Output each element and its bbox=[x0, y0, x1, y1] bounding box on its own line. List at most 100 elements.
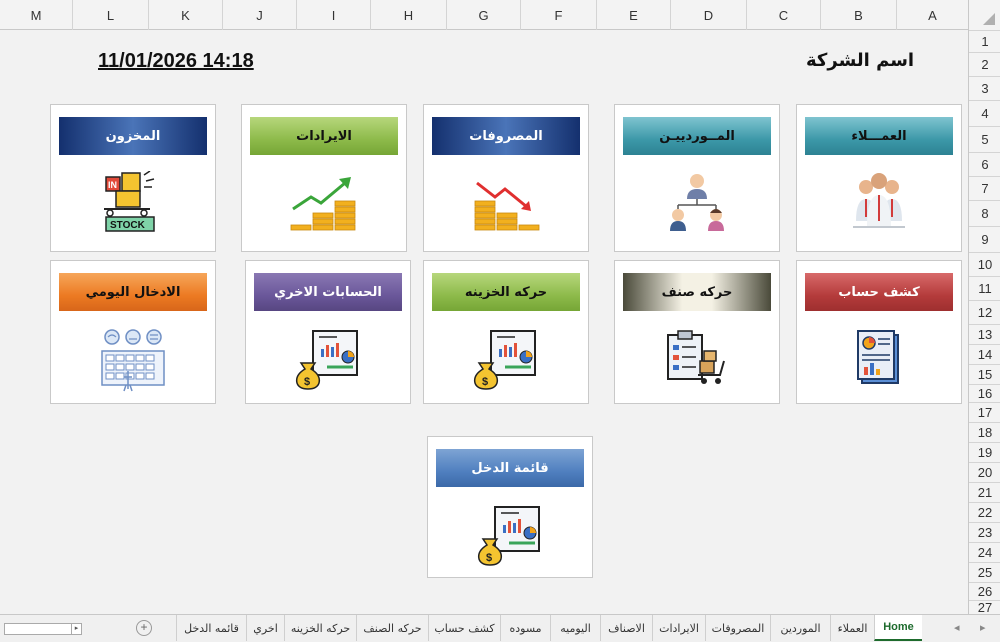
column-j[interactable]: J bbox=[222, 0, 296, 30]
row-12[interactable]: 12 bbox=[969, 300, 1000, 324]
daily-entry-button[interactable]: الادخال اليومي bbox=[59, 273, 207, 311]
select-all-corner[interactable] bbox=[968, 0, 1000, 30]
account-statement-card[interactable]: كشف حساب bbox=[796, 260, 962, 404]
column-b[interactable]: B bbox=[820, 0, 896, 30]
row-13[interactable]: 13 bbox=[969, 324, 1000, 344]
column-header: A B C D E F G H I J K L M bbox=[0, 0, 1000, 30]
tab-customers[interactable]: العملاء bbox=[830, 615, 874, 641]
row-20[interactable]: 20 bbox=[969, 462, 1000, 482]
suppliers-card[interactable]: المــوردييـن bbox=[614, 104, 780, 252]
svg-text:$: $ bbox=[482, 376, 488, 388]
income-statement-card[interactable]: قائمة الدخل $ bbox=[427, 436, 593, 578]
treasury-movement-card[interactable]: حركه الخزينه $ bbox=[423, 260, 589, 404]
revenues-button[interactable]: الايرادات bbox=[250, 117, 398, 155]
expenses-card[interactable]: المصروفات bbox=[423, 104, 589, 252]
svg-text:$: $ bbox=[486, 552, 492, 564]
tab-home[interactable]: Home bbox=[874, 615, 922, 641]
column-l[interactable]: L bbox=[72, 0, 148, 30]
tab-revenues[interactable]: الايرادات bbox=[652, 615, 705, 641]
scroll-right-icon[interactable]: ▸ bbox=[71, 624, 81, 634]
row-22[interactable]: 22 bbox=[969, 502, 1000, 522]
report-document-icon bbox=[844, 327, 914, 393]
inventory-card[interactable]: المخزون IN STOCK bbox=[50, 104, 216, 252]
company-name: اسم الشركة bbox=[806, 50, 915, 71]
row-4[interactable]: 4 bbox=[969, 100, 1000, 126]
inventory-button[interactable]: المخزون bbox=[59, 117, 207, 155]
row-19[interactable]: 19 bbox=[969, 442, 1000, 462]
item-movement-button[interactable]: حركه صنف bbox=[623, 273, 771, 311]
treasury-movement-button[interactable]: حركه الخزينه bbox=[432, 273, 580, 311]
row-5[interactable]: 5 bbox=[969, 126, 1000, 152]
column-c[interactable]: C bbox=[746, 0, 820, 30]
row-2[interactable]: 2 bbox=[969, 52, 1000, 76]
data-entry-keyboard-icon bbox=[98, 327, 168, 393]
money-bag-chart-icon: $ bbox=[475, 503, 545, 569]
account-statement-button[interactable]: كشف حساب bbox=[805, 273, 953, 311]
tab-scroll-left-icon[interactable]: ◂ bbox=[954, 621, 960, 634]
tab-treasury-movement[interactable]: حركه الخزينه bbox=[284, 615, 356, 641]
stock-cart-icon: IN STOCK bbox=[98, 170, 168, 237]
other-accounts-card[interactable]: الحسابات الاخري $ bbox=[245, 260, 411, 404]
tab-draft[interactable]: مسوده bbox=[500, 615, 550, 641]
tab-scroll-right-icon[interactable]: ▸ bbox=[980, 621, 986, 634]
suppliers-button[interactable]: المــوردييـن bbox=[623, 117, 771, 155]
tab-account-statement[interactable]: كشف حساب bbox=[428, 615, 500, 641]
row-14[interactable]: 14 bbox=[969, 344, 1000, 364]
customers-card[interactable]: العمـــلاء bbox=[796, 104, 962, 252]
svg-text:IN: IN bbox=[108, 180, 117, 190]
row-26[interactable]: 26 bbox=[969, 582, 1000, 600]
horizontal-scrollbar[interactable]: ▸ bbox=[4, 623, 82, 635]
column-k[interactable]: K bbox=[148, 0, 222, 30]
other-accounts-button[interactable]: الحسابات الاخري bbox=[254, 273, 402, 311]
row-23[interactable]: 23 bbox=[969, 522, 1000, 542]
row-24[interactable]: 24 bbox=[969, 542, 1000, 562]
org-chart-people-icon bbox=[662, 171, 732, 237]
clipboard-hand-truck-icon bbox=[662, 327, 732, 393]
item-movement-card[interactable]: حركه صنف bbox=[614, 260, 780, 404]
add-sheet-button[interactable]: + bbox=[136, 620, 152, 636]
column-g[interactable]: G bbox=[446, 0, 520, 30]
sheet-tab-bar: ▸ + ◂ ▸ Home العملاء الموردين المصروفات … bbox=[0, 614, 1000, 642]
money-bag-chart-icon: $ bbox=[471, 327, 541, 393]
row-16[interactable]: 16 bbox=[969, 384, 1000, 402]
row-21[interactable]: 21 bbox=[969, 482, 1000, 502]
row-6[interactable]: 6 bbox=[969, 152, 1000, 176]
row-10[interactable]: 10 bbox=[969, 252, 1000, 276]
column-d[interactable]: D bbox=[670, 0, 746, 30]
row-15[interactable]: 15 bbox=[969, 364, 1000, 384]
svg-text:$: $ bbox=[304, 376, 310, 388]
expenses-button[interactable]: المصروفات bbox=[432, 117, 580, 155]
tab-suppliers[interactable]: الموردين bbox=[770, 615, 830, 641]
row-11[interactable]: 11 bbox=[969, 276, 1000, 300]
row-25[interactable]: 25 bbox=[969, 562, 1000, 582]
row-27[interactable]: 27 bbox=[969, 600, 1000, 615]
row-3[interactable]: 3 bbox=[969, 76, 1000, 100]
tab-income-statement[interactable]: قائمه الدخل bbox=[176, 615, 246, 641]
tab-items[interactable]: الاصناف bbox=[600, 615, 652, 641]
row-8[interactable]: 8 bbox=[969, 200, 1000, 226]
column-h[interactable]: H bbox=[370, 0, 446, 30]
column-f[interactable]: F bbox=[520, 0, 596, 30]
tab-item-movement[interactable]: حركه الصنف bbox=[356, 615, 428, 641]
tab-other[interactable]: اخري bbox=[246, 615, 284, 641]
row-1[interactable]: 1 bbox=[969, 30, 1000, 52]
svg-text:STOCK: STOCK bbox=[110, 220, 146, 231]
column-e[interactable]: E bbox=[596, 0, 670, 30]
row-header: 1 2 3 4 5 6 7 8 9 10 11 12 13 14 15 16 17 18 19 20 21 22 23 24 2… bbox=[968, 30, 1000, 615]
coins-down-arrow-icon bbox=[471, 171, 541, 237]
column-m[interactable]: M bbox=[0, 0, 72, 30]
money-bag-chart-icon: $ bbox=[293, 327, 363, 393]
group-people-icon bbox=[844, 171, 914, 237]
tab-expenses[interactable]: المصروفات bbox=[705, 615, 770, 641]
column-i[interactable]: I bbox=[296, 0, 370, 30]
row-7[interactable]: 7 bbox=[969, 176, 1000, 200]
column-a[interactable]: A bbox=[896, 0, 968, 30]
income-statement-button[interactable]: قائمة الدخل bbox=[436, 449, 584, 487]
row-18[interactable]: 18 bbox=[969, 422, 1000, 442]
customers-button[interactable]: العمـــلاء bbox=[805, 117, 953, 155]
row-17[interactable]: 17 bbox=[969, 402, 1000, 422]
row-9[interactable]: 9 bbox=[969, 226, 1000, 252]
revenues-card[interactable]: الايرادات bbox=[241, 104, 407, 252]
daily-entry-card[interactable]: الادخال اليومي bbox=[50, 260, 216, 404]
tab-journal[interactable]: اليوميه bbox=[550, 615, 600, 641]
